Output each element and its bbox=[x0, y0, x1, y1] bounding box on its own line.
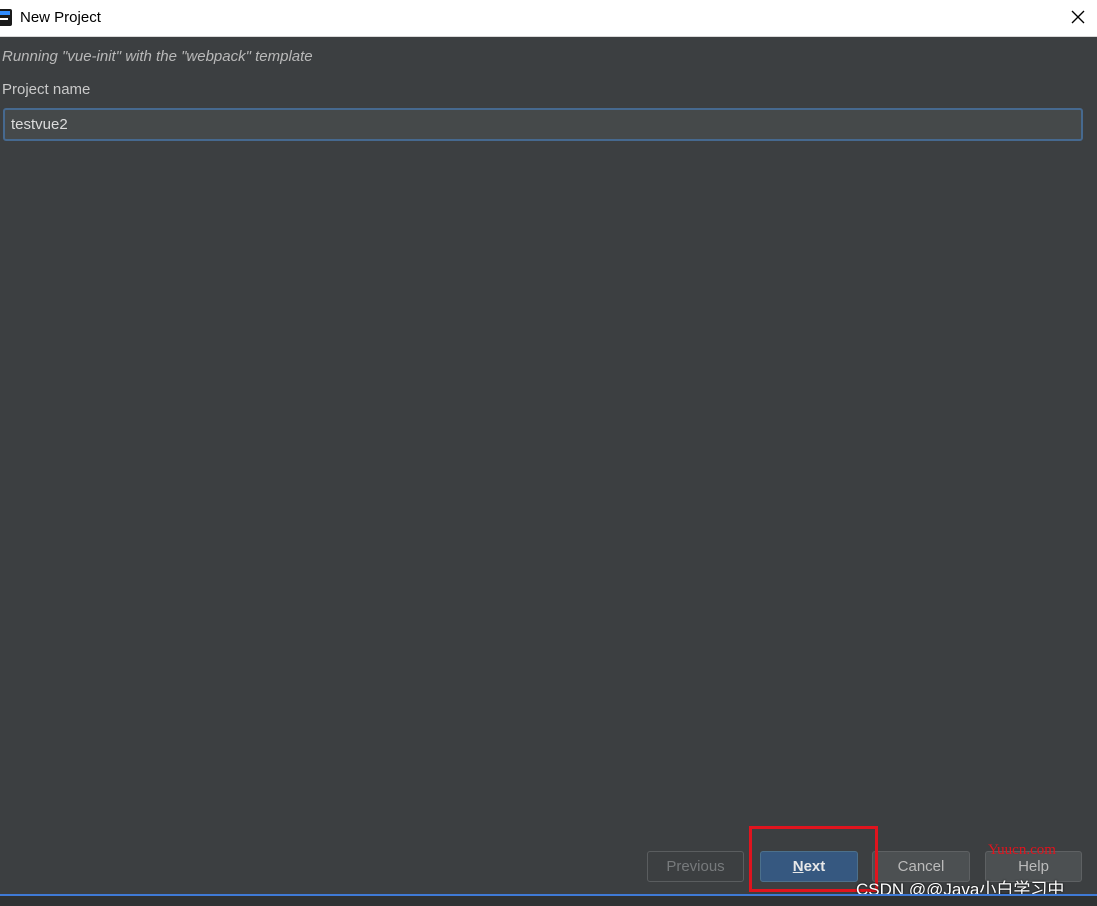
site-watermark: Yuucn.com bbox=[988, 842, 1056, 858]
next-mnemonic: N bbox=[792, 858, 804, 875]
intellij-app-icon bbox=[0, 9, 12, 26]
next-label: ext bbox=[803, 858, 826, 875]
title-bar: New Project bbox=[0, 0, 1097, 37]
wizard-subtitle: Running "vue-init" with the "webpack" te… bbox=[2, 48, 313, 65]
project-name-input[interactable] bbox=[3, 108, 1083, 141]
window-title: New Project bbox=[20, 9, 101, 26]
next-button[interactable]: Next bbox=[760, 851, 858, 882]
bottom-strip bbox=[0, 896, 1097, 906]
close-icon[interactable] bbox=[1067, 6, 1089, 28]
previous-button[interactable]: Previous bbox=[647, 851, 744, 882]
project-name-label: Project name bbox=[2, 81, 91, 98]
